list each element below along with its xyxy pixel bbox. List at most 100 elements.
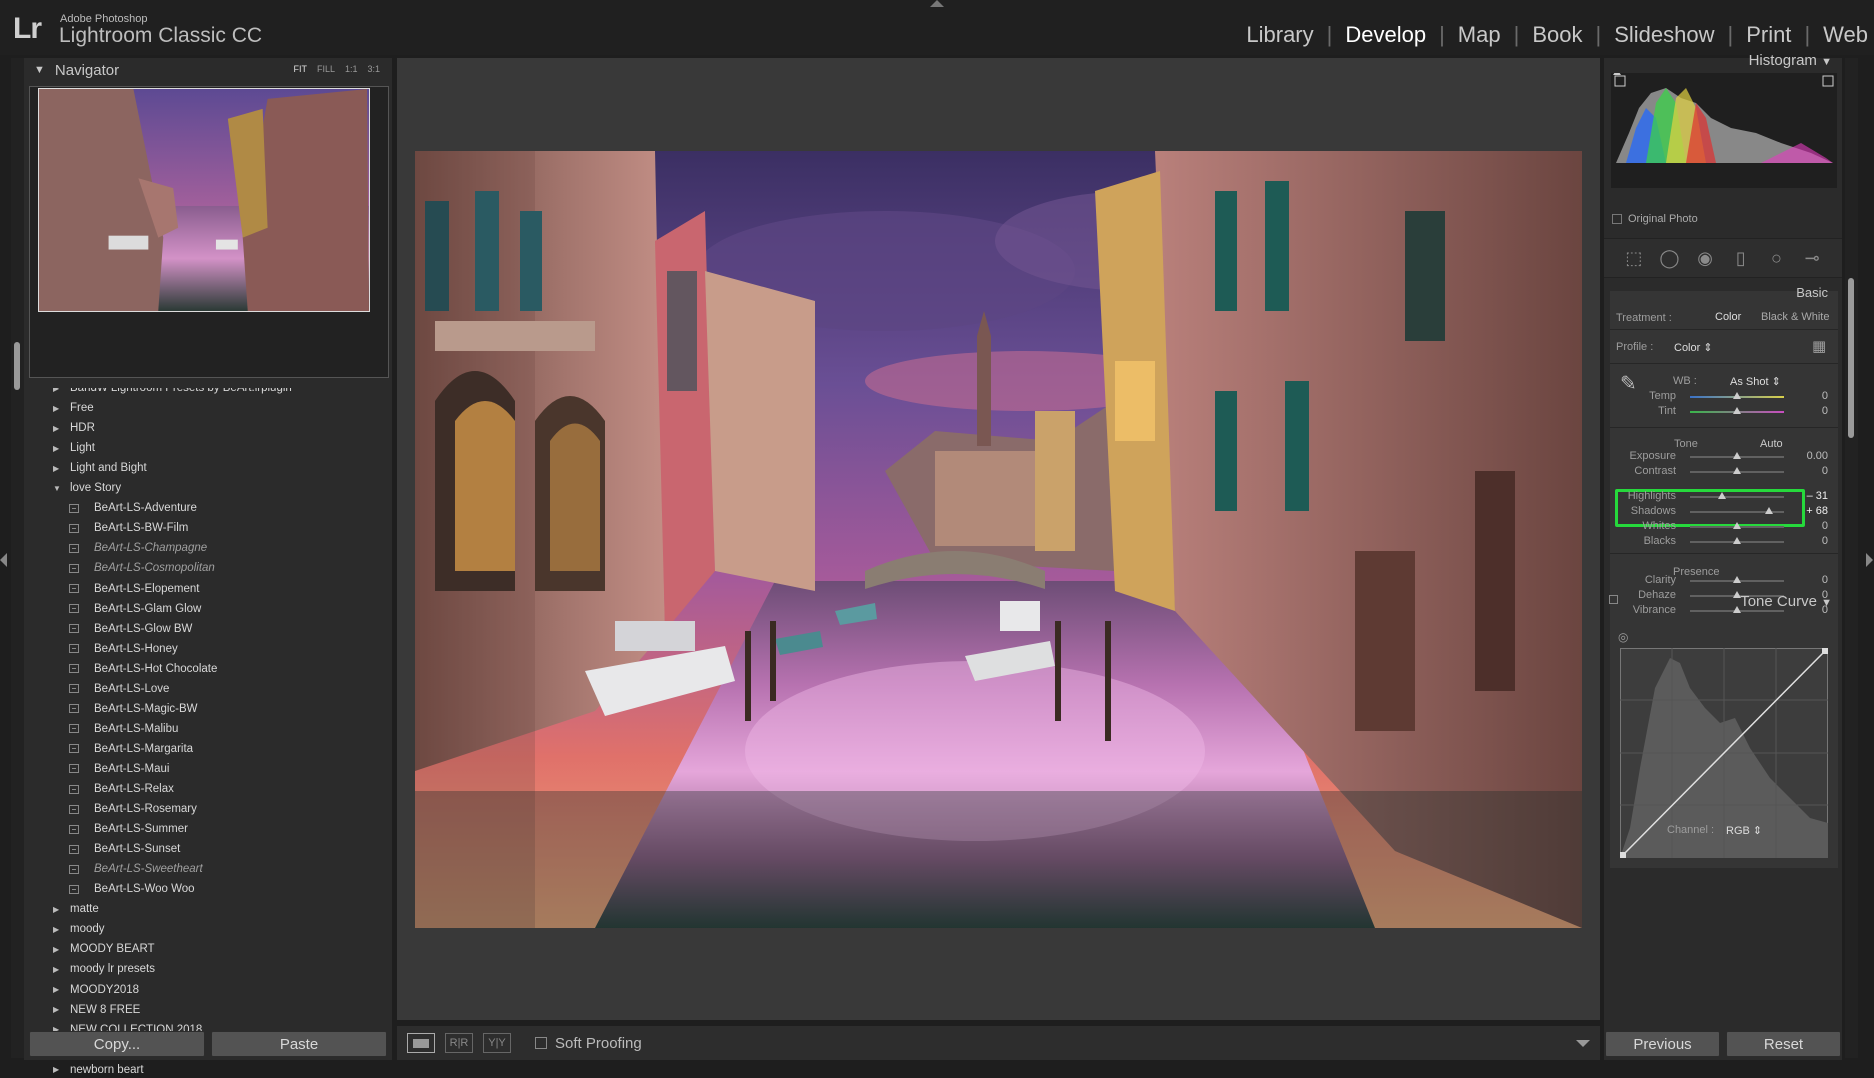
preset-folder[interactable]: ▶ newborn beart <box>24 1061 144 1078</box>
clarity-slider[interactable] <box>1690 576 1784 583</box>
whites-slider-knob[interactable] <box>1733 522 1741 529</box>
loupe-view-icon[interactable] <box>407 1033 435 1053</box>
preset-item[interactable]: BeArt-LS-Elopement <box>24 580 199 598</box>
shadows-slider-knob[interactable] <box>1764 507 1773 514</box>
main-photo-venice-canal[interactable] <box>415 151 1582 928</box>
preset-item[interactable]: BeArt-LS-Sweetheart <box>24 860 203 878</box>
reset-button[interactable]: Reset <box>1726 1031 1841 1057</box>
vibrance-slider[interactable] <box>1690 606 1784 613</box>
preset-folder[interactable]: ▶ HDR <box>24 419 95 437</box>
left-edge-scroll-thumb[interactable] <box>14 342 20 390</box>
preset-item[interactable]: BeArt-LS-Sunset <box>24 840 180 858</box>
paste-button[interactable]: Paste <box>211 1031 387 1057</box>
preset-folder[interactable]: ▶ MOODY2018 <box>24 981 139 999</box>
tone-curve-title[interactable]: Tone Curve ▼ <box>1740 593 1832 610</box>
red-eye-icon[interactable]: ◉ <box>1694 247 1716 269</box>
histogram-graph[interactable] <box>1611 73 1837 188</box>
whites-slider[interactable] <box>1690 522 1784 529</box>
radial-filter-icon[interactable]: ○ <box>1765 247 1787 269</box>
preset-item[interactable]: BeArt-LS-Love <box>24 680 169 698</box>
preset-folder[interactable]: ▶ moody lr presets <box>24 960 155 978</box>
preset-folder[interactable]: ▼ love Story <box>24 479 121 497</box>
preset-folder[interactable]: ▶ Light and Bight <box>24 459 147 477</box>
collapsed-triangle-icon[interactable]: ▶ <box>53 1005 63 1014</box>
collapsed-triangle-icon[interactable]: ▶ <box>53 905 63 914</box>
preset-item[interactable]: BeArt-LS-Hot Chocolate <box>24 660 217 678</box>
preset-item[interactable]: BeArt-LS-Adventure <box>24 499 197 517</box>
expanded-triangle-icon[interactable]: ▼ <box>53 484 63 493</box>
blacks-value[interactable]: 0 <box>1788 535 1828 547</box>
preset-item[interactable]: BeArt-LS-Margarita <box>24 740 193 758</box>
highlights-value[interactable]: – 31 <box>1788 490 1828 502</box>
zoom-fill[interactable]: FILL <box>317 64 335 74</box>
targeted-adjustment-icon[interactable]: ◎ <box>1618 630 1628 644</box>
module-develop[interactable]: Develop <box>1345 22 1426 48</box>
preset-item[interactable]: BeArt-LS-BW-Film <box>24 519 188 537</box>
collapsed-triangle-icon[interactable]: ▶ <box>53 985 63 994</box>
preset-item[interactable]: BeArt-LS-Woo Woo <box>24 880 195 898</box>
spot-removal-icon[interactable]: ◯ <box>1658 247 1680 269</box>
zoom-fit[interactable]: FIT <box>293 64 307 74</box>
tint-slider-knob[interactable] <box>1733 407 1741 414</box>
collapse-triangle-icon[interactable]: ▼ <box>34 64 45 76</box>
preset-item[interactable]: BeArt-LS-Maui <box>24 760 169 778</box>
treatment-black-white[interactable]: Black & White <box>1761 311 1829 323</box>
collapsed-triangle-icon[interactable]: ▶ <box>53 945 63 954</box>
tint-value[interactable]: 0 <box>1788 405 1828 417</box>
preset-item[interactable]: BeArt-LS-Rosemary <box>24 800 197 818</box>
module-web[interactable]: Web <box>1823 22 1868 48</box>
module-map[interactable]: Map <box>1458 22 1501 48</box>
preset-item[interactable]: BeArt-LS-Champagne <box>24 539 207 557</box>
navigator-thumbnail[interactable] <box>38 88 370 312</box>
right-edge-scroll-thumb[interactable] <box>1848 278 1854 438</box>
wb-select[interactable]: As Shot ⇕ <box>1730 375 1781 388</box>
exposure-slider[interactable] <box>1690 452 1784 459</box>
navigator-header[interactable]: ▼ Navigator FIT FILL 1:1 3:1 <box>24 58 392 82</box>
preset-folder[interactable]: ▶ matte <box>24 900 99 918</box>
tone-auto-button[interactable]: Auto <box>1760 438 1783 450</box>
collapsed-triangle-icon[interactable]: ▶ <box>53 464 63 473</box>
top-panel-toggle-icon[interactable] <box>930 0 944 7</box>
preset-item[interactable]: BeArt-LS-Cosmopolitan <box>24 559 215 577</box>
contrast-value[interactable]: 0 <box>1788 465 1828 477</box>
collapsed-triangle-icon[interactable]: ▶ <box>53 965 63 974</box>
contrast-slider-knob[interactable] <box>1733 467 1741 474</box>
temp-value[interactable]: 0 <box>1788 390 1828 402</box>
module-slideshow[interactable]: Slideshow <box>1614 22 1714 48</box>
collapse-triangle-icon[interactable]: ▼ <box>1821 56 1832 68</box>
original-photo-toggle[interactable]: Original Photo <box>1612 213 1698 225</box>
adjustment-brush-icon[interactable]: ⊸ <box>1801 247 1823 269</box>
channel-select[interactable]: RGB ⇕ <box>1726 824 1762 837</box>
blacks-slider[interactable] <box>1690 537 1784 544</box>
module-print[interactable]: Print <box>1746 22 1791 48</box>
exposure-value[interactable]: 0.00 <box>1788 450 1828 462</box>
preset-item[interactable]: BeArt-LS-Summer <box>24 820 188 838</box>
shadows-value[interactable]: + 68 <box>1788 505 1828 517</box>
white-balance-eyedropper-icon[interactable]: ✎ <box>1620 371 1637 396</box>
histogram-title[interactable]: Histogram ▼ <box>1749 52 1832 69</box>
temp-slider[interactable] <box>1690 392 1784 399</box>
collapsed-triangle-icon[interactable]: ▶ <box>53 444 63 453</box>
tint-slider[interactable] <box>1690 407 1784 414</box>
soft-proofing-checkbox[interactable] <box>535 1037 547 1049</box>
contrast-slider[interactable] <box>1690 467 1784 474</box>
graduated-filter-icon[interactable]: ▯ <box>1730 247 1752 269</box>
preset-folder[interactable]: ▶ BandW Lightroom Presets by BeArt.lrplug… <box>24 388 292 397</box>
zoom-1-1[interactable]: 1:1 <box>345 64 358 74</box>
before-after-tb-icon[interactable]: Y|Y <box>483 1033 511 1053</box>
preset-folder[interactable]: ▶ Light <box>24 439 95 457</box>
preset-item[interactable]: BeArt-LS-Relax <box>24 780 174 798</box>
profile-select[interactable]: Color ⇕ <box>1674 341 1713 354</box>
treatment-color[interactable]: Color <box>1715 311 1741 323</box>
blacks-slider-knob[interactable] <box>1733 537 1741 544</box>
crop-overlay-icon[interactable]: ⬚ <box>1623 247 1645 269</box>
clarity-value[interactable]: 0 <box>1788 574 1828 586</box>
clarity-slider-knob[interactable] <box>1733 576 1741 583</box>
collapsed-triangle-icon[interactable]: ▶ <box>53 424 63 433</box>
collapse-triangle-icon[interactable]: ▼ <box>1821 597 1832 609</box>
preset-folder[interactable]: ▶ MOODY BEART <box>24 940 155 958</box>
preset-item[interactable]: BeArt-LS-Magic-BW <box>24 700 198 718</box>
basic-panel-title[interactable]: Basic <box>1796 285 1828 300</box>
preset-item[interactable]: BeArt-LS-Glam Glow <box>24 600 201 618</box>
exposure-slider-knob[interactable] <box>1733 452 1741 459</box>
